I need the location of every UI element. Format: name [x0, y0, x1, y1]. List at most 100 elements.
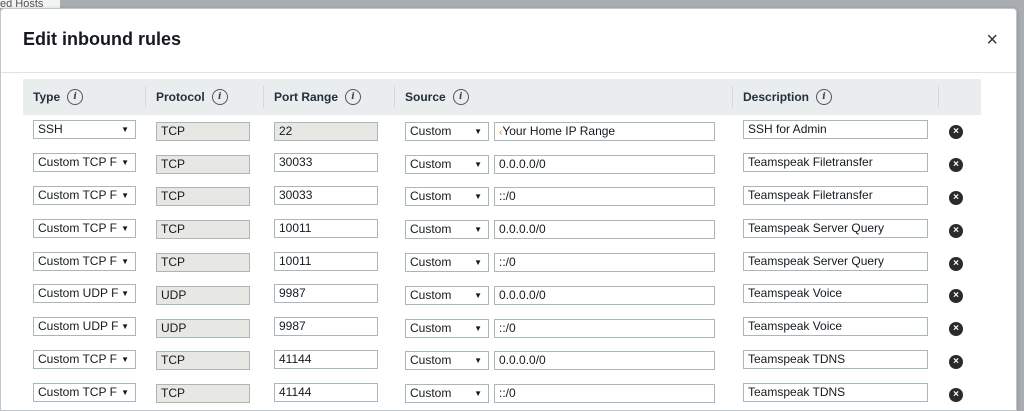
remove-rule-icon[interactable]: ×: [949, 223, 963, 238]
port-cell: 30033: [264, 148, 395, 181]
type-cell: Custom TCP F ▼: [23, 345, 146, 378]
background-page-fragment: ed Hosts: [0, 0, 60, 8]
type-select[interactable]: SSH ▼: [33, 120, 136, 140]
column-header-description: Description i: [733, 79, 939, 115]
port-range-field[interactable]: 9987: [274, 317, 378, 337]
type-select[interactable]: Custom TCP F ▼: [33, 218, 136, 238]
type-select[interactable]: Custom UDP F ▼: [33, 284, 136, 304]
chevron-down-icon: ▼: [121, 190, 129, 200]
protocol-cell: TCP: [146, 115, 264, 148]
description-input[interactable]: SSH for Admin: [743, 120, 928, 140]
remove-rule-icon[interactable]: ×: [949, 158, 963, 173]
type-select[interactable]: Custom TCP F ▼: [33, 382, 136, 402]
source-cidr-input[interactable]: 0.0.0.0/0: [494, 351, 715, 371]
description-input[interactable]: Teamspeak Voice: [743, 284, 928, 304]
source-group: Custom ▼::/0: [405, 318, 733, 338]
table-body: SSH ▼ TCP 22 Custom ▼ ‹Your Home IP Range SSH f…: [23, 115, 981, 410]
source-cidr-input[interactable]: ::/0: [494, 187, 715, 207]
chevron-down-icon: ▼: [474, 258, 482, 268]
source-cidr-input[interactable]: ::/0: [494, 318, 715, 338]
type-select[interactable]: Custom TCP F ▼: [33, 185, 136, 205]
source-cell: Custom ▼::/0: [395, 312, 733, 345]
description-input[interactable]: Teamspeak TDNS: [743, 349, 928, 369]
remove-rule-icon[interactable]: ×: [949, 322, 963, 337]
source-cidr-value: 0.0.0.0/0: [499, 353, 546, 368]
source-type-select[interactable]: Custom ▼: [405, 154, 489, 174]
port-range-field[interactable]: 10011: [274, 218, 378, 238]
port-range-field[interactable]: 9987: [274, 284, 378, 304]
type-select-value: SSH: [38, 122, 63, 137]
info-icon[interactable]: i: [345, 89, 362, 105]
type-select-value: Custom TCP F: [38, 384, 117, 399]
source-cell: Custom ▼::/0: [395, 377, 733, 410]
source-group: Custom ▼ 0.0.0.0/0: [405, 154, 733, 174]
remove-rule-icon[interactable]: ×: [949, 190, 963, 205]
port-range-field[interactable]: 41144: [274, 349, 378, 369]
port-range-field[interactable]: 30033: [274, 153, 378, 173]
source-type-value: Custom: [410, 123, 452, 138]
actions-cell: ×: [939, 377, 981, 410]
type-select[interactable]: Custom TCP F ▼: [33, 349, 136, 369]
type-select[interactable]: Custom TCP F ▼: [33, 251, 136, 271]
source-type-select[interactable]: Custom ▼: [405, 285, 489, 305]
port-range-field[interactable]: 10011: [274, 251, 378, 271]
port-range-field[interactable]: 30033: [274, 185, 378, 205]
remove-rule-icon[interactable]: ×: [949, 289, 963, 304]
rule-row: Custom UDP F ▼ UDP 9987 Custom ▼ 0.0.0.0/0 Team…: [23, 279, 981, 312]
source-cidr-input[interactable]: ::/0: [494, 384, 715, 404]
chevron-down-icon: ▼: [121, 158, 129, 168]
source-type-select[interactable]: Custom ▼: [405, 253, 489, 273]
info-icon[interactable]: i: [211, 89, 228, 105]
protocol-field: TCP: [156, 253, 250, 273]
chevron-down-icon: ▼: [121, 223, 129, 233]
remove-rule-icon[interactable]: ×: [949, 256, 963, 271]
source-cidr-input[interactable]: 0.0.0.0/0: [494, 154, 715, 174]
chevron-down-icon: ▼: [474, 225, 482, 235]
info-icon[interactable]: i: [67, 89, 84, 105]
source-cell: Custom ▼ 0.0.0.0/0: [395, 345, 733, 378]
remove-rule-icon[interactable]: ×: [949, 125, 963, 140]
source-type-value: Custom: [410, 320, 452, 335]
type-select[interactable]: Custom UDP F ▼: [33, 317, 136, 337]
source-type-value: Custom: [410, 386, 452, 401]
actions-cell: ×: [939, 246, 981, 279]
info-icon[interactable]: i: [452, 89, 469, 105]
column-label-port-range: Port Range: [274, 90, 339, 104]
source-cidr-input[interactable]: 0.0.0.0/0: [494, 285, 715, 305]
source-type-select[interactable]: Custom ▼: [405, 187, 489, 207]
actions-cell: ×: [939, 181, 981, 214]
source-cell: Custom ▼ 0.0.0.0/0: [395, 213, 733, 246]
port-cell: 10011: [264, 246, 395, 279]
description-input[interactable]: Teamspeak Filetransfer: [743, 153, 928, 173]
table-header: Type i Protocol i Port Range i Source i Desc…: [23, 79, 981, 115]
remove-rule-icon[interactable]: ×: [949, 387, 963, 402]
port-cell: 22: [264, 115, 395, 148]
info-icon[interactable]: i: [816, 89, 833, 105]
source-cidr-input[interactable]: ‹Your Home IP Range: [494, 121, 715, 141]
source-type-select[interactable]: Custom ▼: [405, 318, 489, 338]
source-type-select[interactable]: Custom ▼: [405, 220, 489, 240]
protocol-field: TCP: [156, 121, 250, 141]
source-cidr-input[interactable]: ::/0: [494, 253, 715, 273]
source-cidr-input[interactable]: 0.0.0.0/0: [494, 220, 715, 240]
protocol-field: UDP: [156, 285, 250, 305]
source-type-select[interactable]: Custom ▼: [405, 384, 489, 404]
close-icon[interactable]: ×: [986, 29, 998, 51]
description-input[interactable]: Teamspeak Filetransfer: [743, 185, 928, 205]
port-range-field[interactable]: 41144: [274, 382, 378, 402]
rule-row: Custom TCP F ▼ TCP 30033 Custom ▼::/0 Teamspea…: [23, 181, 981, 214]
source-group: Custom ▼ 0.0.0.0/0: [405, 285, 733, 305]
remove-rule-icon[interactable]: ×: [949, 354, 963, 369]
dialog-title: Edit inbound rules: [23, 29, 181, 49]
description-input[interactable]: Teamspeak TDNS: [743, 382, 928, 402]
description-input[interactable]: Teamspeak Server Query: [743, 251, 928, 271]
description-input[interactable]: Teamspeak Voice: [743, 317, 928, 337]
source-type-select[interactable]: Custom ▼: [405, 351, 489, 371]
port-cell: 41144: [264, 345, 395, 378]
source-type-select[interactable]: Custom ▼: [405, 121, 489, 141]
type-select[interactable]: Custom TCP F ▼: [33, 153, 136, 173]
protocol-cell: UDP: [146, 312, 264, 345]
description-input[interactable]: Teamspeak Server Query: [743, 218, 928, 238]
source-cell: Custom ▼::/0: [395, 246, 733, 279]
actions-cell: ×: [939, 345, 981, 378]
